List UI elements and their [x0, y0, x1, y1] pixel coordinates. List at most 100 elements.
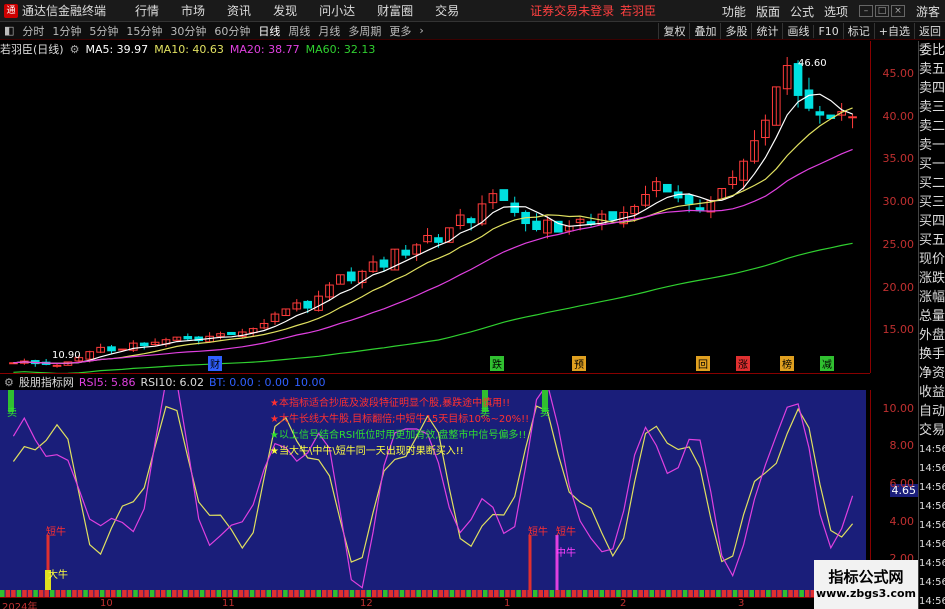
minimize-icon[interactable]: – [858, 5, 873, 17]
side-item[interactable]: 14:56 [919, 573, 945, 592]
signal-bar [149, 590, 155, 597]
side-item[interactable]: 外盘 [919, 326, 945, 345]
trade-login-warning[interactable]: 证券交易未登录 [530, 2, 614, 19]
period-tab-0[interactable]: 分时 [18, 23, 48, 39]
price-tick: 45.00 [882, 67, 915, 81]
maximize-icon[interactable]: □ [874, 5, 889, 17]
side-item[interactable]: 现价 [919, 250, 945, 269]
menu-function[interactable]: 功能 [717, 3, 751, 20]
indicator-settings-icon[interactable]: ⚙ [4, 376, 14, 389]
side-item[interactable]: 涨跌 [919, 269, 945, 288]
side-item[interactable]: 自动 [919, 402, 945, 421]
news-marker[interactable]: 跌 [490, 356, 504, 371]
news-marker[interactable]: 预 [572, 356, 586, 371]
side-item[interactable]: 14:56 [919, 554, 945, 573]
side-item[interactable]: 卖三 [919, 98, 945, 117]
signal-bar [288, 590, 294, 597]
news-marker[interactable]: 榜 [780, 356, 794, 371]
side-item[interactable]: 14:56 [919, 459, 945, 478]
indicator-name[interactable]: 股朋指标网 [19, 374, 74, 390]
tool-6[interactable]: 标记 [842, 23, 874, 39]
period-tab-1[interactable]: 1分钟 [48, 23, 85, 39]
side-item[interactable]: 14:56 [919, 497, 945, 516]
side-item[interactable]: 净资 [919, 364, 945, 383]
period-tab-3[interactable]: 15分钟 [122, 23, 166, 39]
signal-bar [566, 590, 571, 597]
signal-bar [516, 590, 521, 597]
side-item[interactable]: 卖一 [919, 136, 945, 155]
tool-3[interactable]: 统计 [751, 23, 782, 39]
signal-bar [716, 590, 721, 597]
period-tab-5[interactable]: 60分钟 [210, 23, 254, 39]
period-tab-2[interactable]: 5分钟 [85, 23, 122, 39]
menu-formula[interactable]: 公式 [785, 3, 819, 20]
side-item[interactable]: 14:56 [919, 516, 945, 535]
side-item[interactable]: 涨幅 [919, 288, 945, 307]
side-item[interactable]: 买三 [919, 193, 945, 212]
signal-bar [188, 590, 194, 597]
candlestick-chart[interactable] [0, 57, 870, 373]
menu-layout[interactable]: 版面 [751, 3, 785, 20]
menu-options[interactable]: 选项 [819, 3, 853, 20]
side-item[interactable]: 买一 [919, 155, 945, 174]
side-item[interactable]: 卖四 [919, 79, 945, 98]
period-tab-7[interactable]: 周线 [284, 23, 314, 39]
guest-user[interactable]: 游客 [911, 3, 945, 20]
period-tab-6[interactable]: 日线 [254, 23, 284, 39]
side-item[interactable]: 卖二 [919, 117, 945, 136]
side-item[interactable]: 总量 [919, 307, 945, 326]
menu-item-0[interactable]: 行情 [124, 2, 170, 19]
period-tab-9[interactable]: 多周期 [344, 23, 385, 39]
signal-bar [455, 590, 460, 597]
period-tab-8[interactable]: 月线 [314, 23, 344, 39]
tool-8[interactable]: 返回 [914, 23, 945, 39]
menu-item-6[interactable]: 交易 [424, 2, 470, 19]
signal-bar [210, 590, 216, 597]
tool-2[interactable]: 多股 [720, 23, 751, 39]
period-tab-10[interactable]: 更多 [385, 23, 415, 39]
signal-bar [754, 590, 760, 597]
tool-5[interactable]: F10 [813, 24, 842, 38]
side-item[interactable]: 买四 [919, 212, 945, 231]
menu-item-1[interactable]: 市场 [170, 2, 216, 19]
candle-body [815, 111, 825, 116]
signal-bar [310, 590, 316, 597]
close-icon[interactable]: × [890, 5, 905, 17]
indicator-message-3: ★以上信号结合RSI低位时用更加有效,盘整市中信号偏多!! [270, 430, 527, 441]
signal-bar [593, 590, 599, 597]
settings-icon[interactable]: ⚙ [70, 43, 80, 56]
indicator-panel[interactable]: ★本指标适合抄底及波段特征明显个股,暴跌途中慎用!! ★大牛长线大牛股,目标翻倍… [0, 390, 866, 597]
side-item[interactable]: 交易 [919, 421, 945, 440]
news-marker[interactable]: 回 [696, 356, 710, 371]
side-item[interactable]: 14:56 [919, 440, 945, 459]
date-axis: 2024年 10 11 12 1 2 3 [0, 597, 870, 609]
news-marker[interactable]: 涨 [736, 356, 750, 371]
menu-item-4[interactable]: 问小达 [308, 2, 366, 19]
menu-item-2[interactable]: 资讯 [216, 2, 262, 19]
indicator-info-bar: ⚙ 股朋指标网 RSI5: 5.86 RSI10: 6.02 BT: 0.00 … [0, 373, 870, 390]
side-item[interactable]: 委比 [919, 41, 945, 60]
side-item[interactable]: 14:56 [919, 592, 945, 609]
side-item[interactable]: 14:56 [919, 535, 945, 554]
signal-bar [122, 590, 127, 597]
signal-bar [366, 590, 371, 597]
news-marker[interactable]: 减 [820, 356, 834, 371]
side-item[interactable]: 换手 [919, 345, 945, 364]
menu-item-5[interactable]: 财富圈 [366, 2, 424, 19]
tool-0[interactable]: 复权 [658, 23, 689, 39]
tool-7[interactable]: +自选 [873, 23, 914, 39]
tool-4[interactable]: 画线 [782, 23, 813, 39]
side-item[interactable]: 14:56 [919, 478, 945, 497]
news-marker[interactable]: 财 [208, 356, 222, 371]
signal-bar [444, 590, 449, 597]
side-item[interactable]: 买二 [919, 174, 945, 193]
tool-1[interactable]: 叠加 [689, 23, 720, 39]
side-item[interactable]: 买五 [919, 231, 945, 250]
toggle-panel-icon[interactable]: ◧ [0, 24, 18, 37]
more-chevron-icon[interactable]: › [415, 24, 427, 37]
period-tab-4[interactable]: 30分钟 [166, 23, 210, 39]
signal-bar [749, 590, 754, 597]
side-item[interactable]: 卖五 [919, 60, 945, 79]
side-item[interactable]: 收益 [919, 383, 945, 402]
menu-item-3[interactable]: 发现 [262, 2, 308, 19]
